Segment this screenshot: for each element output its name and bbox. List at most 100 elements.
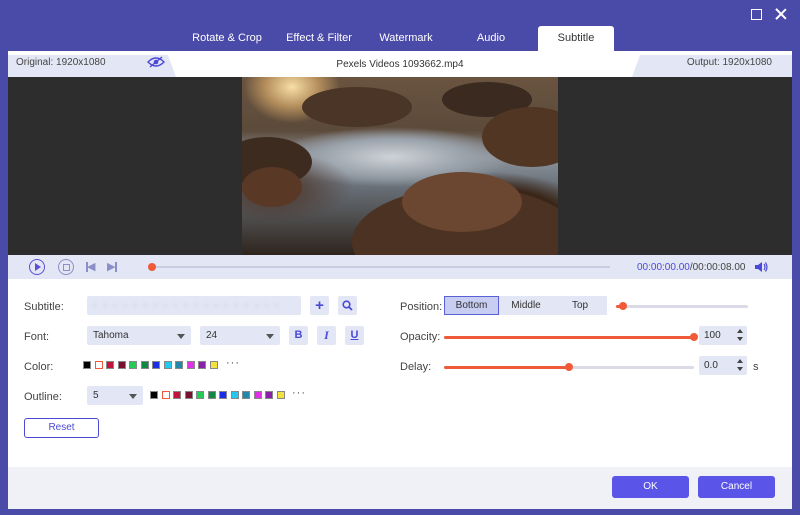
- cancel-button[interactable]: Cancel: [698, 476, 775, 498]
- color-label: Color:: [24, 361, 54, 373]
- tab-audio[interactable]: Audio: [456, 26, 526, 51]
- delay-knob[interactable]: [565, 363, 573, 371]
- current-time: 00:00:00.00: [637, 262, 690, 273]
- color-swatch[interactable]: [117, 361, 126, 369]
- color-swatch[interactable]: [129, 361, 137, 369]
- color-swatch[interactable]: [173, 391, 181, 399]
- next-frame-icon[interactable]: ▶: [107, 262, 117, 273]
- delay-fill: [444, 366, 569, 369]
- window-controls: [751, 7, 788, 21]
- plus-icon: +: [315, 297, 324, 314]
- chevron-down-icon: [129, 394, 137, 399]
- decrement-icon[interactable]: [737, 337, 743, 341]
- position-offset-knob[interactable]: [619, 302, 627, 310]
- color-swatch[interactable]: [198, 361, 206, 369]
- color-swatch[interactable]: [276, 391, 285, 399]
- tab-effect-filter[interactable]: Effect & Filter: [278, 26, 360, 51]
- delay-label: Delay:: [400, 361, 432, 373]
- opacity-knob[interactable]: [690, 333, 698, 341]
- delay-stepper[interactable]: 0.0: [699, 356, 747, 375]
- tab-subtitle[interactable]: Subtitle: [538, 26, 614, 51]
- color-swatch[interactable]: [209, 361, 218, 369]
- color-swatch[interactable]: [175, 361, 183, 369]
- position-top-button[interactable]: Top: [553, 296, 607, 315]
- tab-rotate-crop[interactable]: Rotate & Crop: [186, 26, 268, 51]
- progress-knob[interactable]: [148, 263, 156, 271]
- font-label: Font:: [24, 331, 50, 343]
- underline-button[interactable]: U: [345, 326, 364, 345]
- color-swatch[interactable]: [230, 391, 239, 399]
- progress-track[interactable]: [152, 266, 610, 268]
- opacity-fill: [444, 336, 694, 339]
- time-display: 00:00:00.00/00:00:08.00: [637, 262, 745, 273]
- delay-value: 0.0: [704, 360, 718, 371]
- color-swatch[interactable]: [140, 361, 149, 369]
- opacity-stepper[interactable]: 100: [699, 326, 747, 345]
- editor-panel: Original: 1920x1080 Pexels Videos 109366…: [8, 51, 792, 509]
- color-swatch[interactable]: [184, 391, 193, 399]
- stop-icon[interactable]: [58, 259, 74, 275]
- position-middle-button[interactable]: Middle: [499, 296, 553, 315]
- outline-width-select[interactable]: 5: [87, 386, 143, 405]
- increment-icon[interactable]: [737, 329, 743, 333]
- subtitle-file-input[interactable]: · · · · · · · · · · · · · · · · · · ·: [87, 296, 301, 315]
- playback-controls: ◀ ▶ 00:00:00.00/00:00:08.00: [8, 255, 792, 279]
- close-icon[interactable]: [774, 7, 788, 21]
- color-swatch[interactable]: [150, 391, 158, 399]
- info-bar: Original: 1920x1080 Pexels Videos 109366…: [8, 51, 792, 77]
- font-family-value: Tahoma: [93, 330, 129, 341]
- color-swatch[interactable]: [186, 361, 195, 369]
- opacity-value: 100: [704, 330, 721, 341]
- bold-button[interactable]: B: [289, 326, 308, 345]
- video-frame: [242, 77, 558, 255]
- subtitle-label: Subtitle:: [24, 301, 64, 313]
- outline-label: Outline:: [24, 391, 62, 403]
- position-offset-slider[interactable]: [616, 302, 748, 310]
- opacity-label: Opacity:: [400, 331, 441, 343]
- play-icon[interactable]: [29, 259, 45, 275]
- color-swatch[interactable]: [106, 361, 114, 369]
- position-bottom-button[interactable]: Bottom: [444, 296, 499, 315]
- color-swatch[interactable]: [83, 361, 91, 369]
- color-swatch[interactable]: [253, 391, 262, 399]
- reset-button[interactable]: Reset: [24, 418, 99, 438]
- color-swatch[interactable]: [196, 391, 204, 399]
- delay-slider[interactable]: [444, 363, 694, 371]
- video-preview-area: [8, 77, 792, 255]
- previous-frame-icon[interactable]: ◀: [86, 262, 96, 273]
- increment-icon[interactable]: [737, 359, 743, 363]
- more-colors-button[interactable]: ···: [226, 357, 240, 369]
- delay-unit: s: [753, 361, 759, 373]
- color-swatch[interactable]: [94, 361, 103, 369]
- position-label: Position:: [400, 301, 443, 313]
- decrement-icon[interactable]: [737, 367, 743, 371]
- color-swatch[interactable]: [242, 391, 250, 399]
- more-outline-colors-button[interactable]: ···: [292, 387, 306, 399]
- color-swatch[interactable]: [152, 361, 160, 369]
- search-icon: [342, 300, 353, 311]
- tab-watermark[interactable]: Watermark: [370, 26, 442, 51]
- subtitle-settings: Subtitle: · · · · · · · · · · · · · · · …: [8, 279, 792, 467]
- chevron-down-icon: [266, 334, 274, 339]
- outline-width-value: 5: [93, 390, 99, 401]
- total-time: 00:00:08.00: [692, 262, 746, 273]
- italic-button[interactable]: I: [317, 326, 336, 345]
- opacity-slider[interactable]: [444, 333, 698, 341]
- font-size-value: 24: [206, 330, 218, 341]
- maximize-icon[interactable]: [751, 9, 762, 20]
- chevron-down-icon: [177, 334, 185, 339]
- font-size-select[interactable]: 24: [200, 326, 280, 345]
- font-family-select[interactable]: Tahoma: [87, 326, 191, 345]
- add-subtitle-button[interactable]: +: [310, 296, 329, 315]
- footer: OK Cancel: [8, 467, 792, 509]
- volume-icon[interactable]: [754, 261, 768, 273]
- color-swatch[interactable]: [163, 361, 172, 369]
- color-swatch[interactable]: [219, 391, 227, 399]
- search-subtitle-button[interactable]: [338, 296, 357, 315]
- ok-button[interactable]: OK: [612, 476, 689, 498]
- color-swatch[interactable]: [207, 391, 216, 399]
- color-swatch[interactable]: [265, 391, 273, 399]
- output-resolution: Output: 1920x1080: [686, 57, 772, 68]
- color-swatch[interactable]: [161, 391, 170, 399]
- tab-bar: Rotate & Crop Effect & Filter Watermark …: [0, 26, 800, 51]
